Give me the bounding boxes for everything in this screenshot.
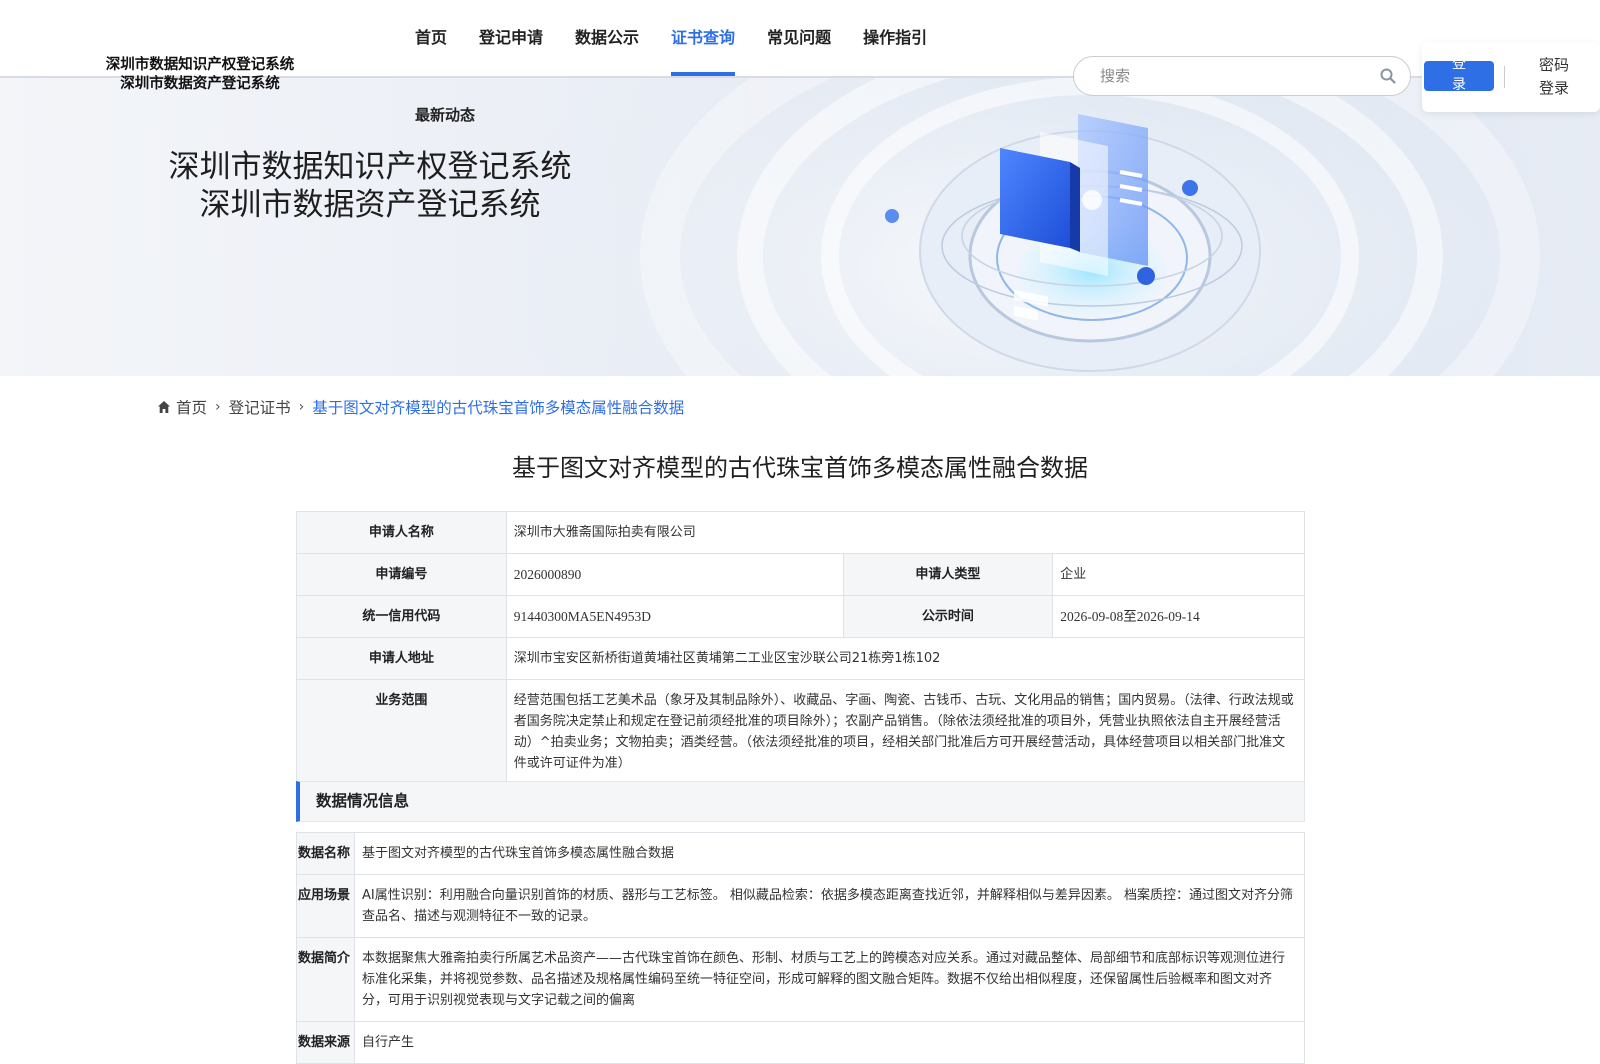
table-row: 统一信用代码 91440300MA5EN4953D 公示时间 2026-09-0… <box>296 595 1305 638</box>
data-info-section-title: 数据情况信息 <box>296 781 1305 822</box>
nav-certificate-query[interactable]: 证书查询 <box>671 0 736 76</box>
table-row: 应用场景 AI属性识别：利用融合向量识别首饰的材质、器形与工艺标签。 相似藏品检… <box>296 874 1305 938</box>
nav-publicity[interactable]: 数据公示 <box>575 0 639 76</box>
nav-guide[interactable]: 操作指引 <box>863 0 927 76</box>
business-scope-label: 业务范围 <box>296 679 507 785</box>
applicant-address-label: 申请人地址 <box>296 637 507 680</box>
data-intro-label: 数据简介 <box>296 937 355 1022</box>
table-row: 业务范围 经营范围包括工艺美术品（象牙及其制品除外）、收藏品、字画、陶瓷、古钱币… <box>296 679 1306 785</box>
publicity-time-label: 公示时间 <box>842 595 1054 638</box>
banner-title: 深圳市数据知识产权登记系统 深圳市数据资产登记系统 <box>140 148 600 224</box>
data-name-label: 数据名称 <box>296 832 355 875</box>
applicant-name-value: 深圳市大雅斋国际拍卖有限公司 <box>505 511 1306 554</box>
password-login-link[interactable]: 密码登录 <box>1534 54 1574 100</box>
search-box <box>1073 56 1411 96</box>
nav-latest-news[interactable]: 最新动态 <box>415 104 475 125</box>
table-row: 申请人地址 深圳市宝安区新桥街道黄埔社区黄埔第二工业区宝沙联公司21栋旁1栋10… <box>296 637 1306 680</box>
chevron-right-icon: › <box>298 399 305 415</box>
data-source-label: 数据来源 <box>296 1021 355 1064</box>
home-icon <box>158 401 170 413</box>
publicity-time-value: 2026-09-08至2026-09-14 <box>1052 595 1305 638</box>
logo-line-1: 深圳市数据知识产权登记系统 <box>105 57 295 73</box>
data-info-table: 数据名称 基于图文对齐模型的古代珠宝首饰多模态属性融合数据 应用场景 AI属性识… <box>296 832 1305 1064</box>
application-number-label: 申请编号 <box>296 553 507 596</box>
login-panel: 登录 密码登录 <box>1422 42 1600 112</box>
logo-line-2: 深圳市数据资产登记系统 <box>120 76 280 92</box>
application-number-value: 2026000890 <box>505 553 844 596</box>
nav-faq[interactable]: 常见问题 <box>767 0 831 76</box>
breadcrumb-home[interactable]: 首页 <box>176 396 207 418</box>
breadcrumb: 首页 › 登记证书 › 基于图文对齐模型的古代珠宝首饰多模态属性融合数据 <box>157 396 684 418</box>
applicant-type-label: 申请人类型 <box>842 553 1054 596</box>
nav-apply[interactable]: 登记申请 <box>479 0 543 76</box>
applicant-info-table: 申请人名称 深圳市大雅斋国际拍卖有限公司 申请编号 2026000890 申请人… <box>296 511 1306 785</box>
login-divider <box>1504 66 1505 88</box>
breadcrumb-current: 基于图文对齐模型的古代珠宝首饰多模态属性融合数据 <box>312 399 685 417</box>
application-scenario-label: 应用场景 <box>296 874 355 938</box>
login-button[interactable]: 登录 <box>1424 61 1494 91</box>
applicant-type-value: 企业 <box>1052 553 1305 596</box>
table-row: 数据简介 本数据聚焦大雅斋拍卖行所属艺术品资产——古代珠宝首饰在颜色、形制、材质… <box>296 937 1305 1022</box>
data-name-value: 基于图文对齐模型的古代珠宝首饰多模态属性融合数据 <box>354 832 1305 875</box>
application-scenario-value: AI属性识别：利用融合向量识别首饰的材质、器形与工艺标签。 相似藏品检索：依据多… <box>354 874 1305 938</box>
chevron-right-icon: › <box>215 399 221 415</box>
applicant-name-label: 申请人名称 <box>296 511 507 554</box>
search-input[interactable] <box>1100 57 1370 95</box>
credit-code-label: 统一信用代码 <box>296 595 507 638</box>
business-scope-value: 经营范围包括工艺美术品（象牙及其制品除外）、收藏品、字画、陶瓷、古钱币、古玩、文… <box>505 679 1306 785</box>
site-logo[interactable]: 深圳市数据知识产权登记系统 深圳市数据资产登记系统 <box>95 56 305 94</box>
credit-code-value: 91440300MA5EN4953D <box>505 595 844 638</box>
banner-title-line-1: 深圳市数据知识产权登记系统 <box>168 149 572 185</box>
table-row: 申请编号 2026000890 申请人类型 企业 <box>296 553 1305 596</box>
table-row: 数据来源 自行产生 <box>296 1021 1305 1064</box>
banner-title-line-2: 深圳市数据资产登记系统 <box>199 187 541 223</box>
table-row: 数据名称 基于图文对齐模型的古代珠宝首饰多模态属性融合数据 <box>296 832 1305 875</box>
data-source-value: 自行产生 <box>354 1021 1305 1064</box>
applicant-address-value: 深圳市宝安区新桥街道黄埔社区黄埔第二工业区宝沙联公司21栋旁1栋102 <box>505 637 1306 680</box>
search-icon[interactable] <box>1380 68 1396 84</box>
data-intro-value: 本数据聚焦大雅斋拍卖行所属艺术品资产——古代珠宝首饰在颜色、形制、材质与工艺上的… <box>354 937 1305 1022</box>
breadcrumb-certificates[interactable]: 登记证书 <box>229 396 291 418</box>
main-nav: 首页 登记申请 数据公示 证书查询 常见问题 操作指引 <box>415 0 959 78</box>
hero-banner: 深圳市数据知识产权登记系统 深圳市数据资产登记系统 <box>0 76 1600 376</box>
nav-home[interactable]: 首页 <box>415 0 447 76</box>
page-title: 基于图文对齐模型的古代珠宝首饰多模态属性融合数据 <box>512 454 1088 482</box>
table-row: 申请人名称 深圳市大雅斋国际拍卖有限公司 <box>296 511 1306 554</box>
banner-illustration <box>480 76 1600 376</box>
